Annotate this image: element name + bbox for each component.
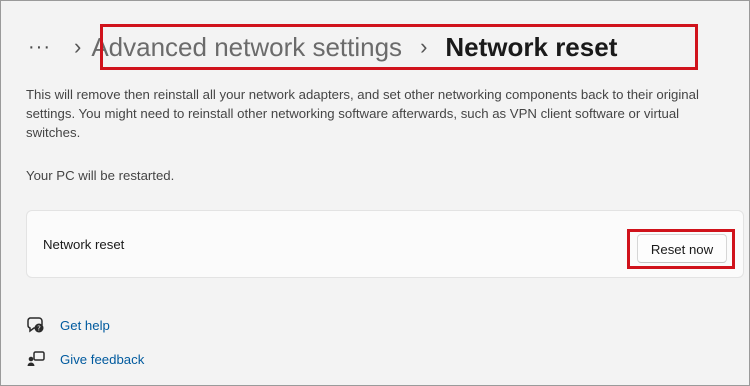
get-help-label: Get help [60,317,110,333]
breadcrumb-separator-icon: › [74,34,82,59]
get-help-link[interactable]: ? Get help [26,315,110,335]
restart-note: Your PC will be restarted. [26,168,175,183]
give-feedback-link[interactable]: Give feedback [26,349,144,369]
reset-now-button[interactable]: Reset now [637,234,727,263]
network-reset-label: Network reset [43,237,125,252]
breadcrumb-highlight-box [100,24,698,70]
feedback-icon [26,349,46,369]
help-icon: ? [26,315,46,335]
more-options-button[interactable]: ··· [28,37,62,57]
give-feedback-label: Give feedback [60,351,145,367]
svg-text:?: ? [37,325,41,333]
breadcrumb: ··· › Advanced network settings › Networ… [28,24,698,70]
network-reset-card: Network reset Reset now [26,210,744,278]
reset-description: This will remove then reinstall all your… [26,87,699,140]
